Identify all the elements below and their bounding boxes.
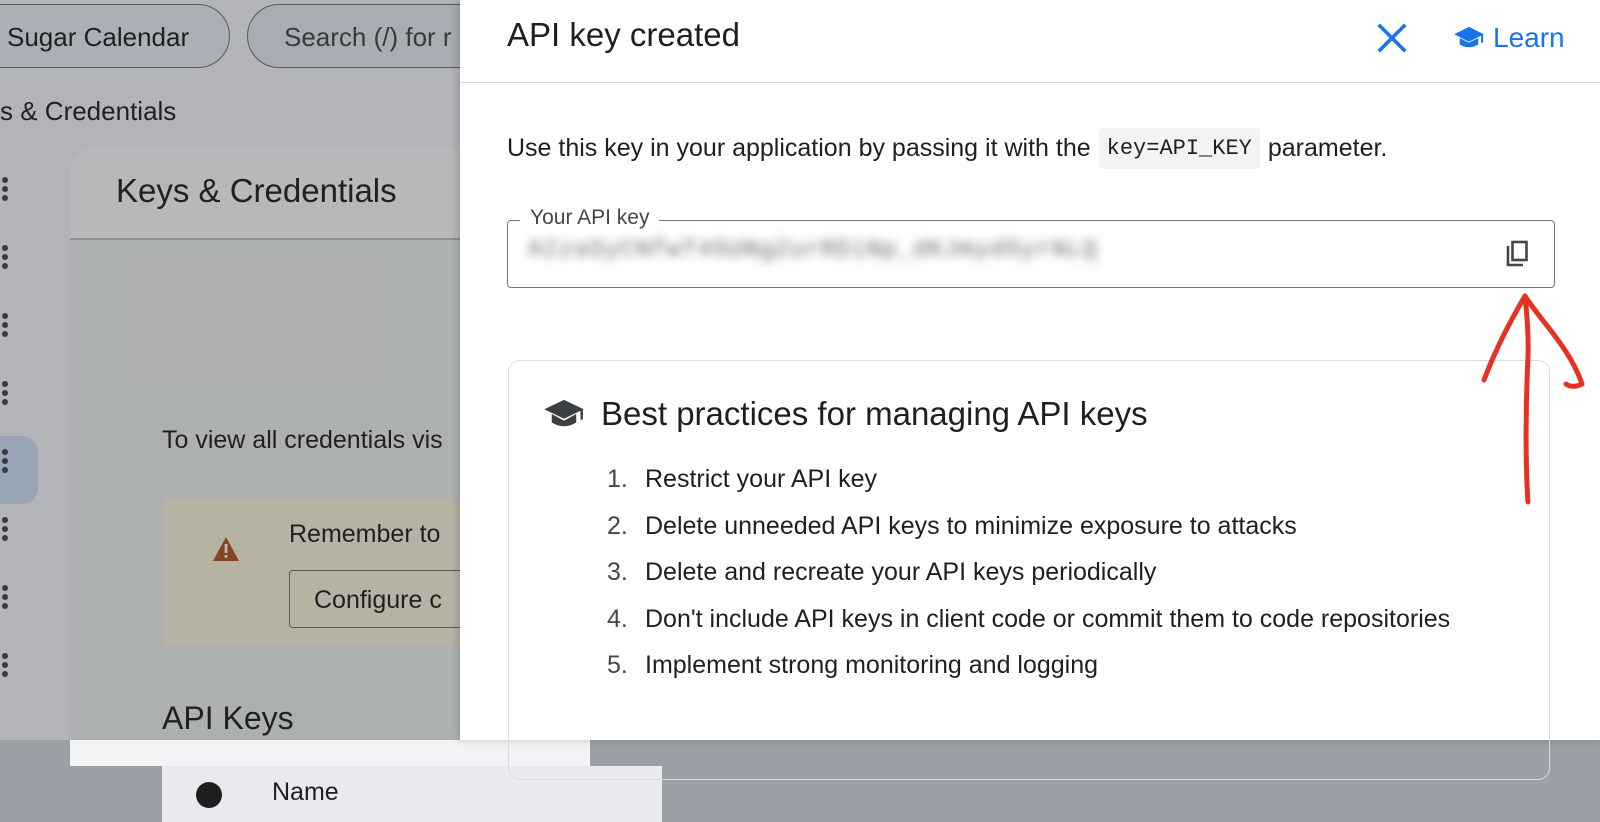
school-icon [1454,26,1484,48]
close-button[interactable] [1372,18,1412,58]
learn-button[interactable]: Learn [1453,18,1565,58]
list-number: 4. [607,604,628,633]
list-item: 5. Implement strong monitoring and loggin… [607,651,1450,698]
school-icon [544,399,584,427]
api-key-value[interactable]: AIzaSyCNfwT4SUNgZurRDiNp_dKJmydSyrNLQ [528,237,1098,264]
copy-button[interactable] [1502,239,1534,271]
copy-icon [1506,240,1528,267]
list-item: 2. Delete unneeded API keys to minimize e… [607,512,1450,559]
list-text: Restrict your API key [645,465,878,493]
intro-text: Use this key in your application by pass… [507,128,1387,169]
list-item: 3. Delete and recreate your API keys peri… [607,558,1450,605]
code-chip: key=API_KEY [1098,128,1260,169]
best-practices-card: Best practices for managing API keys 1. R… [508,360,1550,780]
panel-header: API key created Learn [460,0,1600,83]
api-key-field[interactable]: Your API key AIzaSyCNfwT4SUNgZurRDiNp_dK… [507,206,1555,288]
list-text: Delete and recreate your API keys period… [645,558,1157,586]
list-item: 4. Don't include API keys in client code … [607,605,1450,652]
list-text: Implement strong monitoring and logging [645,651,1099,679]
best-practices-header: Best practices for managing API keys [543,395,1148,433]
list-number: 3. [607,558,628,586]
list-text: Don't include API keys in client code or… [645,604,1451,633]
api-key-created-panel: API key created Learn Use this key in yo… [460,0,1600,780]
list-number: 1. [607,465,628,493]
column-header-name[interactable]: Name [272,778,339,807]
intro-before: Use this key in your application by pass… [507,134,1091,162]
intro-after: parameter. [1267,134,1388,162]
panel-title: API key created [507,16,740,53]
list-number: 5. [607,651,628,679]
close-icon [1377,23,1407,53]
list-number: 2. [607,511,628,540]
best-practices-title: Best practices for managing API keys [601,395,1148,432]
list-text: Delete unneeded API keys to minimize exp… [645,511,1297,540]
api-key-label: Your API key [520,206,660,230]
learn-label: Learn [1493,22,1565,53]
select-all-checkbox[interactable] [196,782,222,808]
list-item: 1. Restrict your API key [607,465,1450,512]
best-practices-list: 1. Restrict your API key 2. Delete unneede… [607,465,1450,698]
